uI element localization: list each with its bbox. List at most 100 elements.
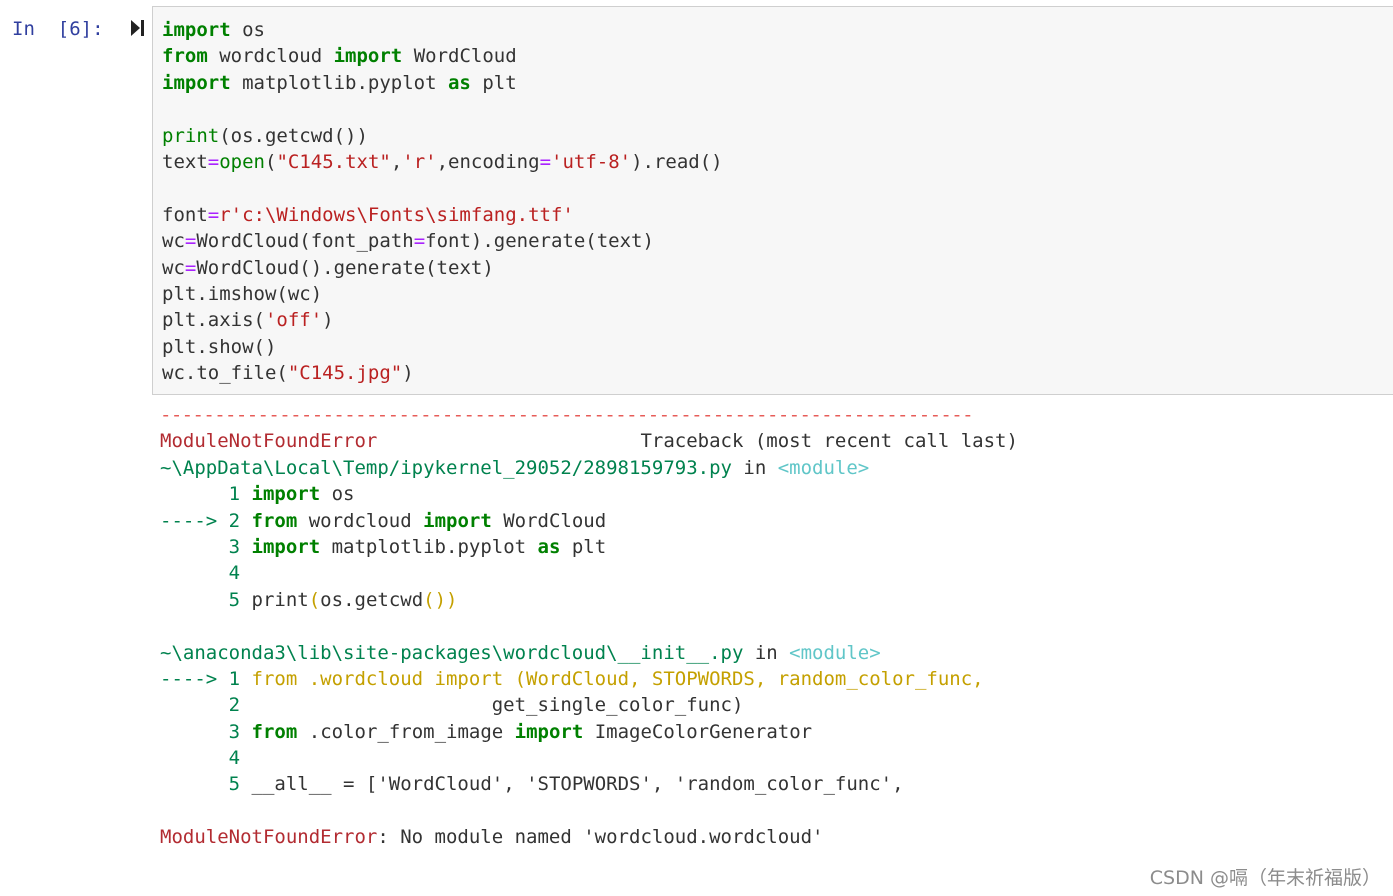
code-token: pyplot xyxy=(457,535,538,558)
code-token: color_from_image xyxy=(320,720,515,743)
code-token: ModuleNotFoundError xyxy=(160,826,378,849)
code-token: plt xyxy=(470,71,517,94)
code-token: wordcloud xyxy=(207,45,334,68)
code-token: open xyxy=(219,150,265,173)
code-token: ImageColorGenerator xyxy=(583,720,813,743)
code-token: plt.axis( xyxy=(162,309,265,332)
traceback-line: ----> 1 from .wordcloud import (WordClou… xyxy=(160,666,1018,692)
code-token: os xyxy=(230,19,265,41)
code-token: import xyxy=(423,509,492,532)
code-token: wordcloud xyxy=(297,509,424,532)
code-token: 'off' xyxy=(264,309,323,332)
code-token: ['WordCloud', 'STOPWORDS', 'random_color… xyxy=(354,773,904,796)
code-token: wc xyxy=(162,230,185,253)
traceback-line: 4 xyxy=(160,745,1018,771)
code-token: : No module named 'wordcloud.wordcloud' xyxy=(377,826,824,849)
traceback-line: 5 print(os.getcwd()) xyxy=(160,587,1018,613)
code-token: 1 xyxy=(160,483,252,506)
code-token: from xyxy=(251,509,298,532)
code-token: ,encoding xyxy=(436,150,540,173)
traceback-line xyxy=(160,613,1018,639)
traceback-line: ----> 2 from wordcloud import WordCloud xyxy=(160,508,1018,534)
code-token: ) xyxy=(402,362,414,385)
code-token: print xyxy=(251,588,309,611)
code-token: in xyxy=(731,456,778,479)
code-token: print xyxy=(162,124,220,147)
code-token: ----> 1 xyxy=(160,667,252,690)
run-cell-icon[interactable] xyxy=(129,18,145,38)
code-token: ( xyxy=(308,588,321,611)
code-token: "C145.jpg" xyxy=(287,362,403,385)
code-token: ()) xyxy=(423,588,458,611)
code-line: wc.to_file("C145.jpg") xyxy=(162,360,723,386)
code-token: __all__ xyxy=(251,773,344,796)
code-token: 3 xyxy=(160,720,252,743)
code-cell-input[interactable]: import os from wordcloud import WordCloud… xyxy=(152,6,1393,395)
traceback-line: 3 import matplotlib.pyplot as plt xyxy=(160,534,1018,560)
traceback-line: ~\AppData\Local\Temp/ipykernel_29052/289… xyxy=(160,455,1018,481)
code-token: import xyxy=(333,45,403,68)
traceback-line: 3 from .color_from_image import ImageCol… xyxy=(160,719,1018,745)
code-token: ~\anaconda3\lib\site-packages\wordcloud\… xyxy=(160,641,744,664)
code-token: from .wordcloud import (WordCloud, STOPW… xyxy=(251,667,984,690)
code-token: <module> xyxy=(789,641,881,664)
code-token: matplotlib.pyplot xyxy=(230,71,448,94)
code-token: import xyxy=(162,71,231,94)
code-token: wc.to_file( xyxy=(162,362,288,385)
code-token: plt.show() xyxy=(162,335,277,358)
code-token: 'r' xyxy=(402,150,437,173)
code-token: . xyxy=(343,588,355,611)
code-token: wc xyxy=(162,256,185,279)
code-token: get_single_color_func) xyxy=(251,694,744,717)
traceback-line: 4 xyxy=(160,560,1018,586)
code-token: (os.getcwd()) xyxy=(219,124,368,147)
code-line: import os xyxy=(162,17,723,43)
code-token: r'c:\Windows\Fonts\simfang.ttf' xyxy=(219,203,574,226)
code-token: ( xyxy=(264,150,277,173)
code-token: in xyxy=(743,641,790,664)
code-token: import xyxy=(251,535,321,558)
traceback-line: ModuleNotFoundError: No module named 'wo… xyxy=(160,824,1018,850)
code-token: import xyxy=(162,19,231,41)
code-token: ~\AppData\Local\Temp/ipykernel_29052/289… xyxy=(160,456,732,479)
code-editor[interactable]: import os from wordcloud import WordCloud… xyxy=(162,17,723,386)
code-token: WordCloud xyxy=(491,509,607,532)
code-token: <module> xyxy=(777,456,870,479)
code-token: 5 xyxy=(160,588,252,611)
code-token: WordCloud(font_path xyxy=(196,230,414,253)
code-line: plt.show() xyxy=(162,334,723,360)
code-line: from wordcloud import WordCloud xyxy=(162,43,723,69)
code-token: 3 xyxy=(160,535,252,558)
code-token: os xyxy=(320,483,355,506)
code-line: wc=WordCloud().generate(text) xyxy=(162,255,723,281)
traceback-line: ~\anaconda3\lib\site-packages\wordcloud\… xyxy=(160,640,1018,666)
code-token: WordCloud().generate(text) xyxy=(196,256,494,279)
code-line: text=open("C145.txt",'r',encoding='utf-8… xyxy=(162,149,723,175)
code-token: plt.imshow(wc) xyxy=(162,282,323,305)
code-token: from xyxy=(251,720,298,743)
code-token: Traceback (most recent call last) xyxy=(377,430,1018,453)
code-token: matplotlib xyxy=(320,535,446,558)
code-token: 4 xyxy=(160,747,241,770)
code-token: 2 xyxy=(160,694,252,717)
code-token: ----> 2 xyxy=(160,509,252,532)
code-token: ).read() xyxy=(631,150,723,173)
code-token: ModuleNotFoundError xyxy=(160,430,378,453)
code-line: font=r'c:\Windows\Fonts\simfang.ttf' xyxy=(162,202,723,228)
code-token: . xyxy=(446,535,458,558)
traceback-line: 1 import os xyxy=(160,481,1018,507)
code-token: text xyxy=(162,150,208,173)
code-token: ) xyxy=(322,309,334,332)
code-token: . xyxy=(308,720,321,743)
code-token: 5 xyxy=(160,773,252,796)
code-line: plt.axis('off') xyxy=(162,307,723,333)
traceback-separator: ----------------------------------------… xyxy=(160,404,974,426)
code-token: os xyxy=(320,588,344,611)
cell-output: ----------------------------------------… xyxy=(160,402,1018,851)
code-token: font xyxy=(162,203,208,226)
code-token: = xyxy=(184,256,197,279)
code-token: , xyxy=(390,150,403,173)
